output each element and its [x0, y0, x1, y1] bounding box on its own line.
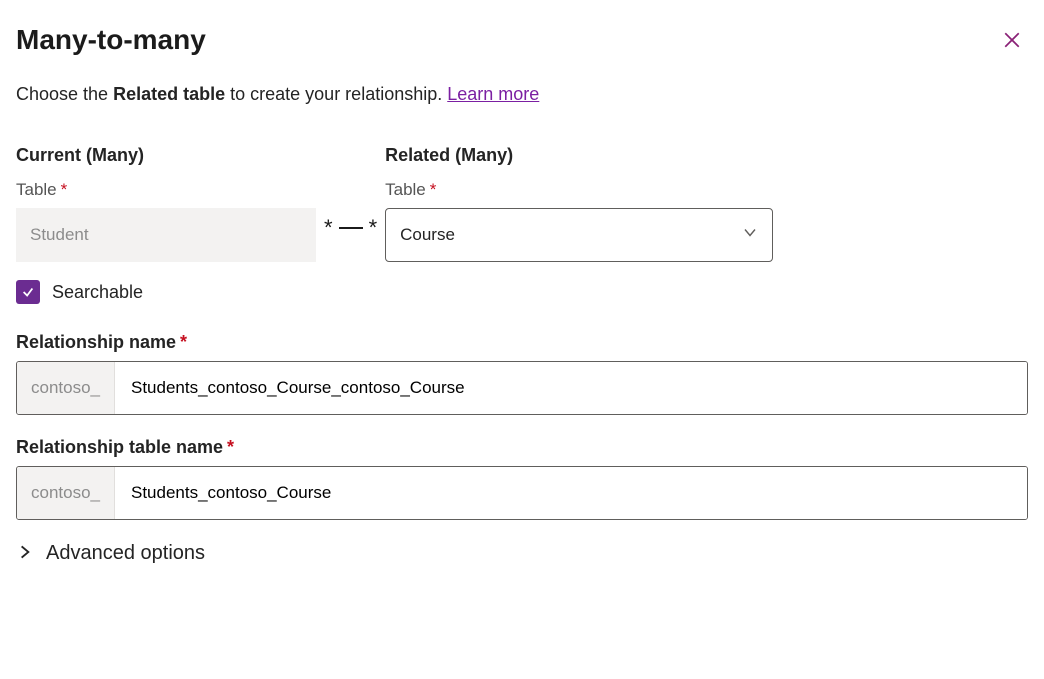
connector-line — [339, 227, 363, 229]
relationship-name-prefix: contoso_ — [17, 362, 115, 414]
close-button[interactable] — [996, 24, 1028, 56]
related-table-select[interactable]: Course — [385, 208, 773, 262]
relationship-name-label: Relationship name* — [16, 332, 1028, 353]
searchable-label: Searchable — [52, 282, 143, 303]
related-heading: Related (Many) — [385, 145, 773, 166]
checkmark-icon — [21, 285, 35, 299]
subhead-prefix: Choose the — [16, 84, 113, 104]
current-table-label: Table* — [16, 180, 316, 200]
advanced-options-toggle[interactable]: Advanced options — [16, 542, 1028, 565]
chevron-right-icon — [16, 543, 34, 564]
panel-title: Many-to-many — [16, 24, 206, 56]
relationship-connector: * * — [324, 215, 377, 241]
related-table-value: Course — [400, 225, 455, 245]
learn-more-link[interactable]: Learn more — [447, 84, 539, 104]
subhead-bold: Related table — [113, 84, 225, 104]
close-icon — [1003, 31, 1021, 49]
current-heading: Current (Many) — [16, 145, 316, 166]
chevron-down-icon — [742, 225, 758, 246]
connector-right-star: * — [369, 215, 378, 241]
advanced-options-label: Advanced options — [46, 542, 205, 565]
searchable-checkbox[interactable] — [16, 280, 40, 304]
relationship-table-input[interactable] — [115, 467, 1027, 519]
current-table-field: Student — [16, 208, 316, 262]
subhead-suffix: to create your relationship. — [225, 84, 447, 104]
connector-left-star: * — [324, 215, 333, 241]
subhead-text: Choose the Related table to create your … — [16, 84, 1028, 105]
related-table-label: Table* — [385, 180, 773, 200]
relationship-name-input[interactable] — [115, 362, 1027, 414]
relationship-table-prefix: contoso_ — [17, 467, 115, 519]
relationship-table-name-label: Relationship table name* — [16, 437, 1028, 458]
